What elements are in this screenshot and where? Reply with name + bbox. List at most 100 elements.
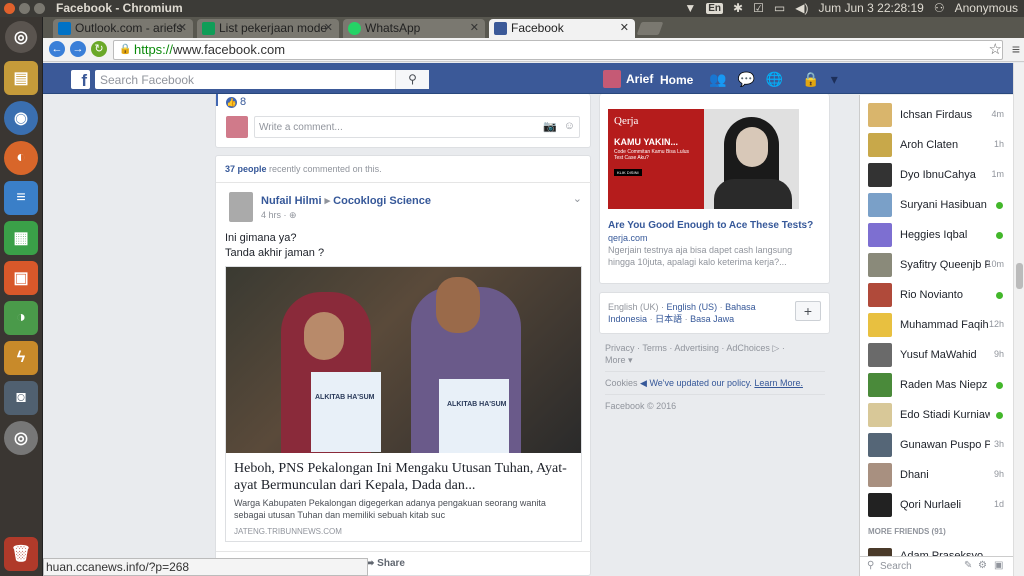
minimize-window-icon[interactable]: [19, 3, 30, 14]
session-user[interactable]: Anonymous: [955, 1, 1018, 15]
footer-link-list[interactable]: Privacy · Terms · Advertising · AdChoice…: [605, 343, 770, 353]
sidebar-toggle-icon[interactable]: ▣: [994, 560, 1003, 571]
toggle-app-icon[interactable]: ◑: [4, 301, 38, 335]
scrollbar-thumb[interactable]: [1016, 263, 1023, 289]
battery-icon[interactable]: ▭: [774, 1, 785, 15]
share-button[interactable]: ➦ Share: [366, 558, 405, 569]
comment-input[interactable]: Write a comment... 📷 ☺: [254, 116, 580, 138]
chat-contact[interactable]: Ichsan Firdaus 4m: [860, 100, 1014, 130]
add-language-button[interactable]: +: [795, 301, 821, 321]
volume-icon[interactable]: ◀): [795, 1, 808, 15]
back-icon[interactable]: ←: [49, 41, 65, 57]
ad-domain[interactable]: qerja.com: [608, 233, 648, 243]
chat-contact[interactable]: Aroh Claten 1h: [860, 130, 1014, 160]
account-menu-icon[interactable]: ▾: [831, 71, 838, 88]
learn-more-link[interactable]: Learn More.: [754, 378, 803, 388]
toolbar: ← → ↻ 🔒 https://www.facebook.com ☆ ≡: [43, 38, 1024, 62]
reload-icon[interactable]: ↻: [91, 41, 107, 57]
chat-contact[interactable]: Dyo IbnuCahya 1m: [860, 160, 1014, 190]
chat-contact[interactable]: Rio Novianto: [860, 280, 1014, 310]
files-icon[interactable]: ▤: [4, 61, 38, 95]
chat-contact[interactable]: Edo Stiadi Kurniawan: [860, 400, 1014, 430]
clock[interactable]: Jum Jun 3 22:28:19: [818, 1, 923, 15]
author-avatar[interactable]: [229, 192, 253, 222]
browser-menu-icon[interactable]: ≡: [1012, 41, 1020, 57]
chat-contact[interactable]: Dhani 9h: [860, 460, 1014, 490]
tab-sheets[interactable]: List pekerjaan mode ✕: [197, 19, 339, 38]
filezilla-icon[interactable]: ϟ: [4, 341, 38, 375]
commented-text: recently commented on this.: [269, 164, 382, 174]
chevron-down-icon[interactable]: ⌄: [573, 192, 582, 205]
wifi-icon[interactable]: ▼: [684, 1, 696, 15]
search-icon[interactable]: ⚲: [395, 70, 429, 89]
search-input[interactable]: Search Facebook ⚲: [95, 70, 429, 89]
bookmark-star-icon[interactable]: ☆: [989, 40, 1002, 58]
trash-icon[interactable]: 🗑: [4, 537, 38, 571]
chat-contact[interactable]: Heggies Iqbal: [860, 220, 1014, 250]
page-scrollbar[interactable]: [1013, 63, 1024, 576]
avatar: [868, 373, 892, 397]
link-title[interactable]: Heboh, PNS Pekalongan Ini Mengaku Utusan…: [234, 460, 574, 494]
forward-icon[interactable]: →: [70, 41, 86, 57]
chat-contact[interactable]: Raden Mas Niepz: [860, 370, 1014, 400]
language-option[interactable]: English (US): [667, 302, 718, 312]
tab-facebook[interactable]: Facebook ✕: [489, 19, 635, 38]
contact-name: Heggies Iqbal: [900, 229, 968, 241]
cookies-link[interactable]: Cookies: [605, 378, 638, 388]
link-preview[interactable]: ALKITAB HA'SUM ALKITAB HA'SUM Heboh, PNS…: [225, 266, 582, 542]
scanner-icon[interactable]: ◙: [4, 381, 38, 415]
friend-requests-icon[interactable]: 👥: [709, 71, 726, 88]
footer-more[interactable]: More: [605, 355, 626, 365]
ubuntu-dash-icon[interactable]: ◎: [5, 21, 37, 53]
dvd-icon[interactable]: ◎: [4, 421, 38, 455]
camera-icon[interactable]: 📷: [543, 120, 557, 133]
close-tab-icon[interactable]: ✕: [470, 21, 479, 34]
chat-search-input[interactable]: Search: [880, 561, 912, 572]
chromium-icon[interactable]: ◉: [4, 101, 38, 135]
firefox-icon[interactable]: ◐: [4, 141, 38, 175]
user-icon[interactable]: ⚇: [934, 1, 945, 15]
close-tab-icon[interactable]: ✕: [620, 21, 629, 34]
tab-whatsapp[interactable]: WhatsApp ✕: [343, 19, 485, 38]
chat-contact[interactable]: Suryani Hasibuan: [860, 190, 1014, 220]
maximize-window-icon[interactable]: [34, 3, 45, 14]
system-tray: ▼ En ✱ ☑ ▭ ◀) Jum Jun 3 22:28:19 ⚇ Anony…: [684, 1, 1018, 15]
chat-contact[interactable]: Qori Nurlaeli 1d: [860, 490, 1014, 520]
address-bar[interactable]: 🔒 https://www.facebook.com: [113, 40, 1003, 60]
facebook-logo-icon[interactable]: f: [71, 70, 90, 90]
sticker-icon[interactable]: ☺: [564, 120, 575, 132]
chat-contact[interactable]: Muhammad Faqih Za... 12h: [860, 310, 1014, 340]
calc-icon[interactable]: ▦: [4, 221, 38, 255]
chat-contact[interactable]: Gunawan Puspo Pra... 3h: [860, 430, 1014, 460]
close-tab-icon[interactable]: ✕: [324, 21, 333, 34]
new-tab-button[interactable]: [636, 22, 664, 35]
post-time[interactable]: 4 hrs: [261, 210, 281, 220]
chat-contact[interactable]: Yusuf MaWahid 9h: [860, 340, 1014, 370]
chat-contact[interactable]: Syafitry Queenjb Pra... 10m: [860, 250, 1014, 280]
gear-icon[interactable]: ⚙: [978, 560, 987, 571]
privacy-shortcuts-icon[interactable]: 🔒: [802, 71, 819, 88]
bluetooth-icon[interactable]: ✱: [733, 1, 743, 15]
keyboard-layout[interactable]: En: [706, 2, 724, 14]
edit-icon[interactable]: ✎: [964, 560, 972, 571]
writer-icon[interactable]: ≡: [4, 181, 38, 215]
commented-count[interactable]: 37 people: [225, 164, 267, 174]
like-summary[interactable]: 👍 8: [226, 96, 246, 108]
tab-outlook[interactable]: Outlook.com - ariefs ✕: [53, 19, 193, 38]
impress-icon[interactable]: ▣: [4, 261, 38, 295]
ad-banner[interactable]: Qerja KAMU YAKIN... Code Commitan Kamu B…: [608, 109, 799, 209]
ad-banner-button: KLIK DISINI: [614, 169, 642, 176]
profile-link[interactable]: Arief: [603, 70, 653, 88]
checkbox-icon[interactable]: ☑: [753, 1, 764, 15]
language-option[interactable]: Basa Jawa: [690, 314, 734, 324]
home-link[interactable]: Home: [660, 73, 693, 87]
language-option[interactable]: 日本語: [655, 314, 682, 324]
close-tab-icon[interactable]: ✕: [178, 21, 187, 34]
group-name[interactable]: Cocoklogi Science: [333, 195, 431, 207]
notifications-icon[interactable]: 🌐: [766, 71, 783, 88]
messages-icon[interactable]: 💬: [737, 71, 754, 88]
close-window-icon[interactable]: [4, 3, 15, 14]
author-name[interactable]: Nufail Hilmi: [261, 195, 322, 207]
post-header: Nufail Hilmi ▸ Cocoklogi Science: [261, 194, 431, 207]
ad-title[interactable]: Are You Good Enough to Ace These Tests?: [608, 220, 813, 231]
